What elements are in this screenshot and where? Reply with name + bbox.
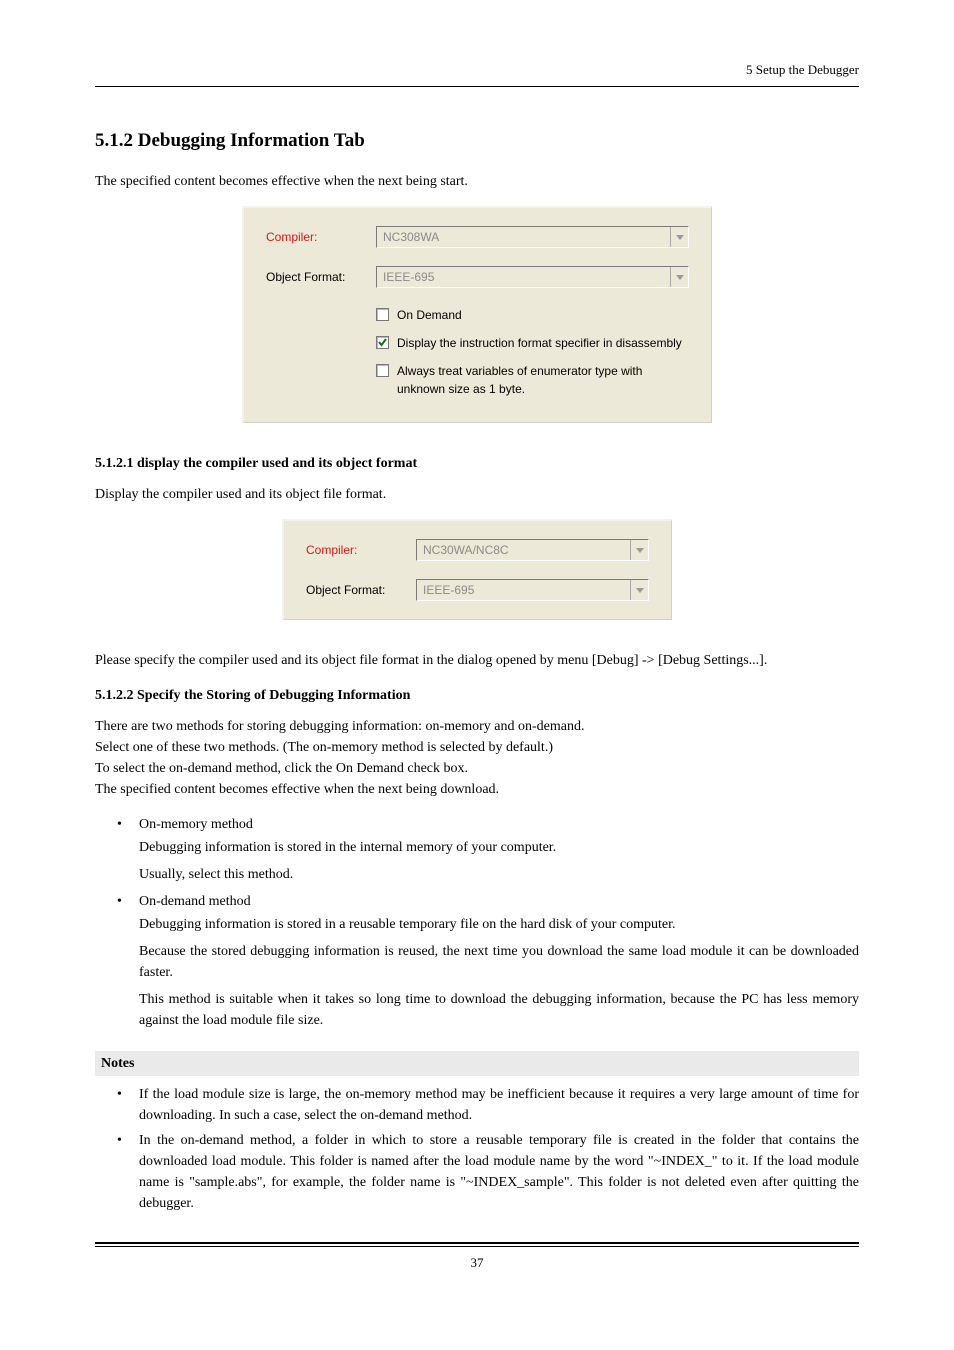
notes-list: If the load module size is large, the on…: [117, 1084, 859, 1214]
section-intro: The specified content becomes effective …: [95, 171, 859, 192]
display-spec-checkbox[interactable]: [376, 336, 389, 349]
chevron-down-icon: [636, 548, 644, 553]
header-section-label: 5 Setup the Debugger: [95, 60, 859, 80]
compiler-select-input[interactable]: [377, 227, 670, 247]
on-memory-title: On-memory method: [139, 817, 253, 832]
compiler-select-input-2[interactable]: [417, 540, 630, 560]
display-spec-row: Display the instruction format specifier…: [376, 334, 689, 352]
compiler-select-button[interactable]: [670, 227, 688, 247]
p-51222-3: To select the on-demand method, click th…: [95, 758, 859, 779]
list-item: On-demand method Debugging information i…: [117, 891, 859, 1031]
section-title-5-1-2-2: 5.1.2.2 Specify the Storing of Debugging…: [95, 685, 859, 706]
checkbox-group: On Demand Display the instruction format…: [376, 306, 689, 398]
objfmt-select-2[interactable]: [416, 579, 649, 601]
objfmt-label-2: Object Format:: [306, 581, 416, 599]
chevron-down-icon: [676, 275, 684, 280]
section-5-1-2-1-intro: Display the compiler used and its object…: [95, 484, 859, 505]
objfmt-label: Object Format:: [266, 268, 376, 286]
footer-rule-thick: [95, 1242, 859, 1244]
chevron-down-icon: [636, 588, 644, 593]
on-demand-desc-2: Because the stored debugging information…: [139, 941, 859, 983]
header-rule: [95, 86, 859, 87]
compiler-select-2[interactable]: [416, 539, 649, 561]
list-item: In the on-demand method, a folder in whi…: [117, 1130, 859, 1214]
list-item: If the load module size is large, the on…: [117, 1084, 859, 1126]
para-debug-settings: Please specify the compiler used and its…: [95, 650, 859, 671]
list-item: On-memory method Debugging information i…: [117, 814, 859, 885]
compiler-row-2: Compiler:: [306, 539, 649, 561]
on-memory-desc-1: Debugging information is stored in the i…: [139, 837, 859, 858]
p-51222-2: Select one of these two methods. (The on…: [95, 737, 859, 758]
footer-rule-thin: [95, 1246, 859, 1247]
enum-size-checkbox[interactable]: [376, 364, 389, 377]
on-demand-desc-3: This method is suitable when it takes so…: [139, 989, 859, 1031]
enum-size-label: Always treat variables of enumerator typ…: [397, 362, 689, 398]
on-demand-row: On Demand: [376, 306, 689, 324]
compiler-select[interactable]: [376, 226, 689, 248]
objfmt-select-button[interactable]: [670, 267, 688, 287]
compiler-label: Compiler:: [266, 228, 376, 246]
notes-heading: Notes: [95, 1051, 859, 1076]
note-1: If the load module size is large, the on…: [139, 1087, 859, 1123]
p-51222-1: There are two methods for storing debugg…: [95, 716, 859, 737]
objfmt-select-button-2[interactable]: [630, 580, 648, 600]
page-number: 37: [95, 1253, 859, 1273]
on-demand-title: On-demand method: [139, 894, 251, 909]
compiler-select-button-2[interactable]: [630, 540, 648, 560]
enum-size-row: Always treat variables of enumerator typ…: [376, 362, 689, 398]
objfmt-row: Object Format:: [266, 266, 689, 288]
objfmt-select-input-2[interactable]: [417, 580, 630, 600]
methods-list: On-memory method Debugging information i…: [117, 814, 859, 1031]
section-title-5-1-2-1: 5.1.2.1 display the compiler used and it…: [95, 453, 859, 474]
p-51222-4: The specified content becomes effective …: [95, 779, 859, 800]
on-demand-checkbox[interactable]: [376, 308, 389, 321]
on-demand-desc-1: Debugging information is stored in a reu…: [139, 914, 859, 935]
section-title-5-1-2: 5.1.2 Debugging Information Tab: [95, 127, 859, 156]
objfmt-select-input[interactable]: [377, 267, 670, 287]
on-demand-label: On Demand: [397, 306, 689, 324]
on-memory-desc-2: Usually, select this method.: [139, 864, 859, 885]
note-2: In the on-demand method, a folder in whi…: [139, 1133, 859, 1211]
settings-panel-1: Compiler: Object Format: On Demand Displ…: [242, 206, 712, 423]
display-spec-label: Display the instruction format specifier…: [397, 334, 689, 352]
objfmt-select[interactable]: [376, 266, 689, 288]
objfmt-row-2: Object Format:: [306, 579, 649, 601]
chevron-down-icon: [676, 235, 684, 240]
compiler-label-2: Compiler:: [306, 541, 416, 559]
settings-panel-2: Compiler: Object Format:: [282, 519, 672, 620]
compiler-row: Compiler:: [266, 226, 689, 248]
